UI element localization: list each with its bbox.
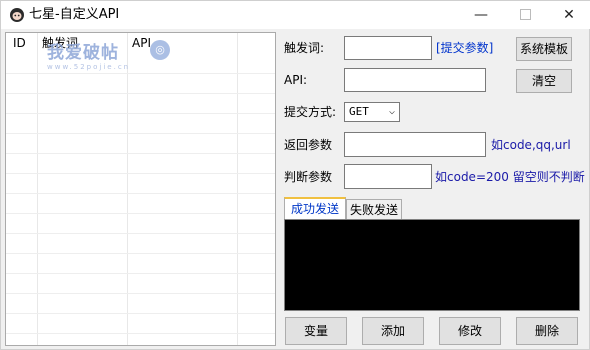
system-template-button[interactable]: 系统模板 — [516, 37, 572, 61]
delete-button[interactable]: 删除 — [516, 317, 578, 345]
column-header-id[interactable]: ID — [8, 33, 26, 53]
variable-button[interactable]: 变量 — [285, 317, 347, 345]
modify-button[interactable]: 修改 — [439, 317, 501, 345]
column-header-trigger[interactable]: 触发词 — [37, 33, 78, 53]
app-icon — [10, 8, 24, 22]
judge-params-hint: 如code=200 留空则不判断 — [435, 170, 585, 184]
column-header-api[interactable]: API — [127, 33, 151, 53]
method-value: GET — [349, 105, 369, 118]
app-window: 七星-自定义API — ✕ ID 触发词 API 我爱破帖 www.52poji… — [0, 0, 590, 350]
row-divider — [6, 93, 275, 94]
list-header: ID 触发词 API — [6, 33, 275, 53]
clear-button[interactable]: 清空 — [516, 69, 572, 93]
row-divider — [6, 293, 275, 294]
row-divider — [6, 133, 275, 134]
return-params-hint: 如code,qq,url — [491, 138, 571, 152]
row-divider — [6, 73, 275, 74]
row-divider — [6, 113, 275, 114]
chevron-down-icon: ⌵ — [388, 106, 395, 117]
row-divider — [6, 193, 275, 194]
row-divider — [6, 313, 275, 314]
row-divider — [6, 333, 275, 334]
message-editor[interactable] — [284, 219, 580, 311]
tab-failure-send[interactable]: 失败发送 — [346, 199, 402, 219]
return-params-label: 返回参数 — [284, 138, 333, 152]
judge-params-input[interactable] — [344, 164, 432, 189]
row-divider — [6, 213, 275, 214]
tab-success-send[interactable]: 成功发送 — [284, 197, 346, 219]
trigger-label: 触发词: — [284, 41, 325, 55]
maximize-icon — [519, 8, 531, 20]
close-icon: ✕ — [563, 7, 575, 23]
api-input[interactable] — [344, 68, 486, 92]
minimize-icon: — — [474, 7, 488, 23]
row-divider — [6, 153, 275, 154]
maximize-button[interactable] — [503, 1, 547, 29]
add-button[interactable]: 添加 — [362, 317, 424, 345]
method-label: 提交方式: — [284, 105, 337, 119]
return-params-input[interactable] — [344, 132, 486, 157]
method-select[interactable]: GET ⌵ — [344, 102, 400, 122]
column-divider — [127, 33, 128, 345]
close-button[interactable]: ✕ — [547, 1, 590, 29]
minimize-button[interactable]: — — [459, 1, 503, 29]
column-divider — [237, 33, 238, 345]
row-divider — [6, 233, 275, 234]
judge-params-label: 判断参数 — [284, 170, 333, 184]
row-divider — [6, 273, 275, 274]
api-label: API: — [284, 73, 308, 87]
trigger-input[interactable] — [344, 36, 432, 60]
submit-params-link[interactable]: [提交参数] — [436, 40, 493, 56]
row-divider — [6, 173, 275, 174]
title-bar[interactable]: 七星-自定义API — ✕ — [1, 1, 590, 29]
window-title: 七星-自定义API — [29, 7, 120, 22]
row-divider — [6, 253, 275, 254]
column-divider — [37, 33, 38, 345]
api-list[interactable]: ID 触发词 API — [5, 32, 276, 346]
